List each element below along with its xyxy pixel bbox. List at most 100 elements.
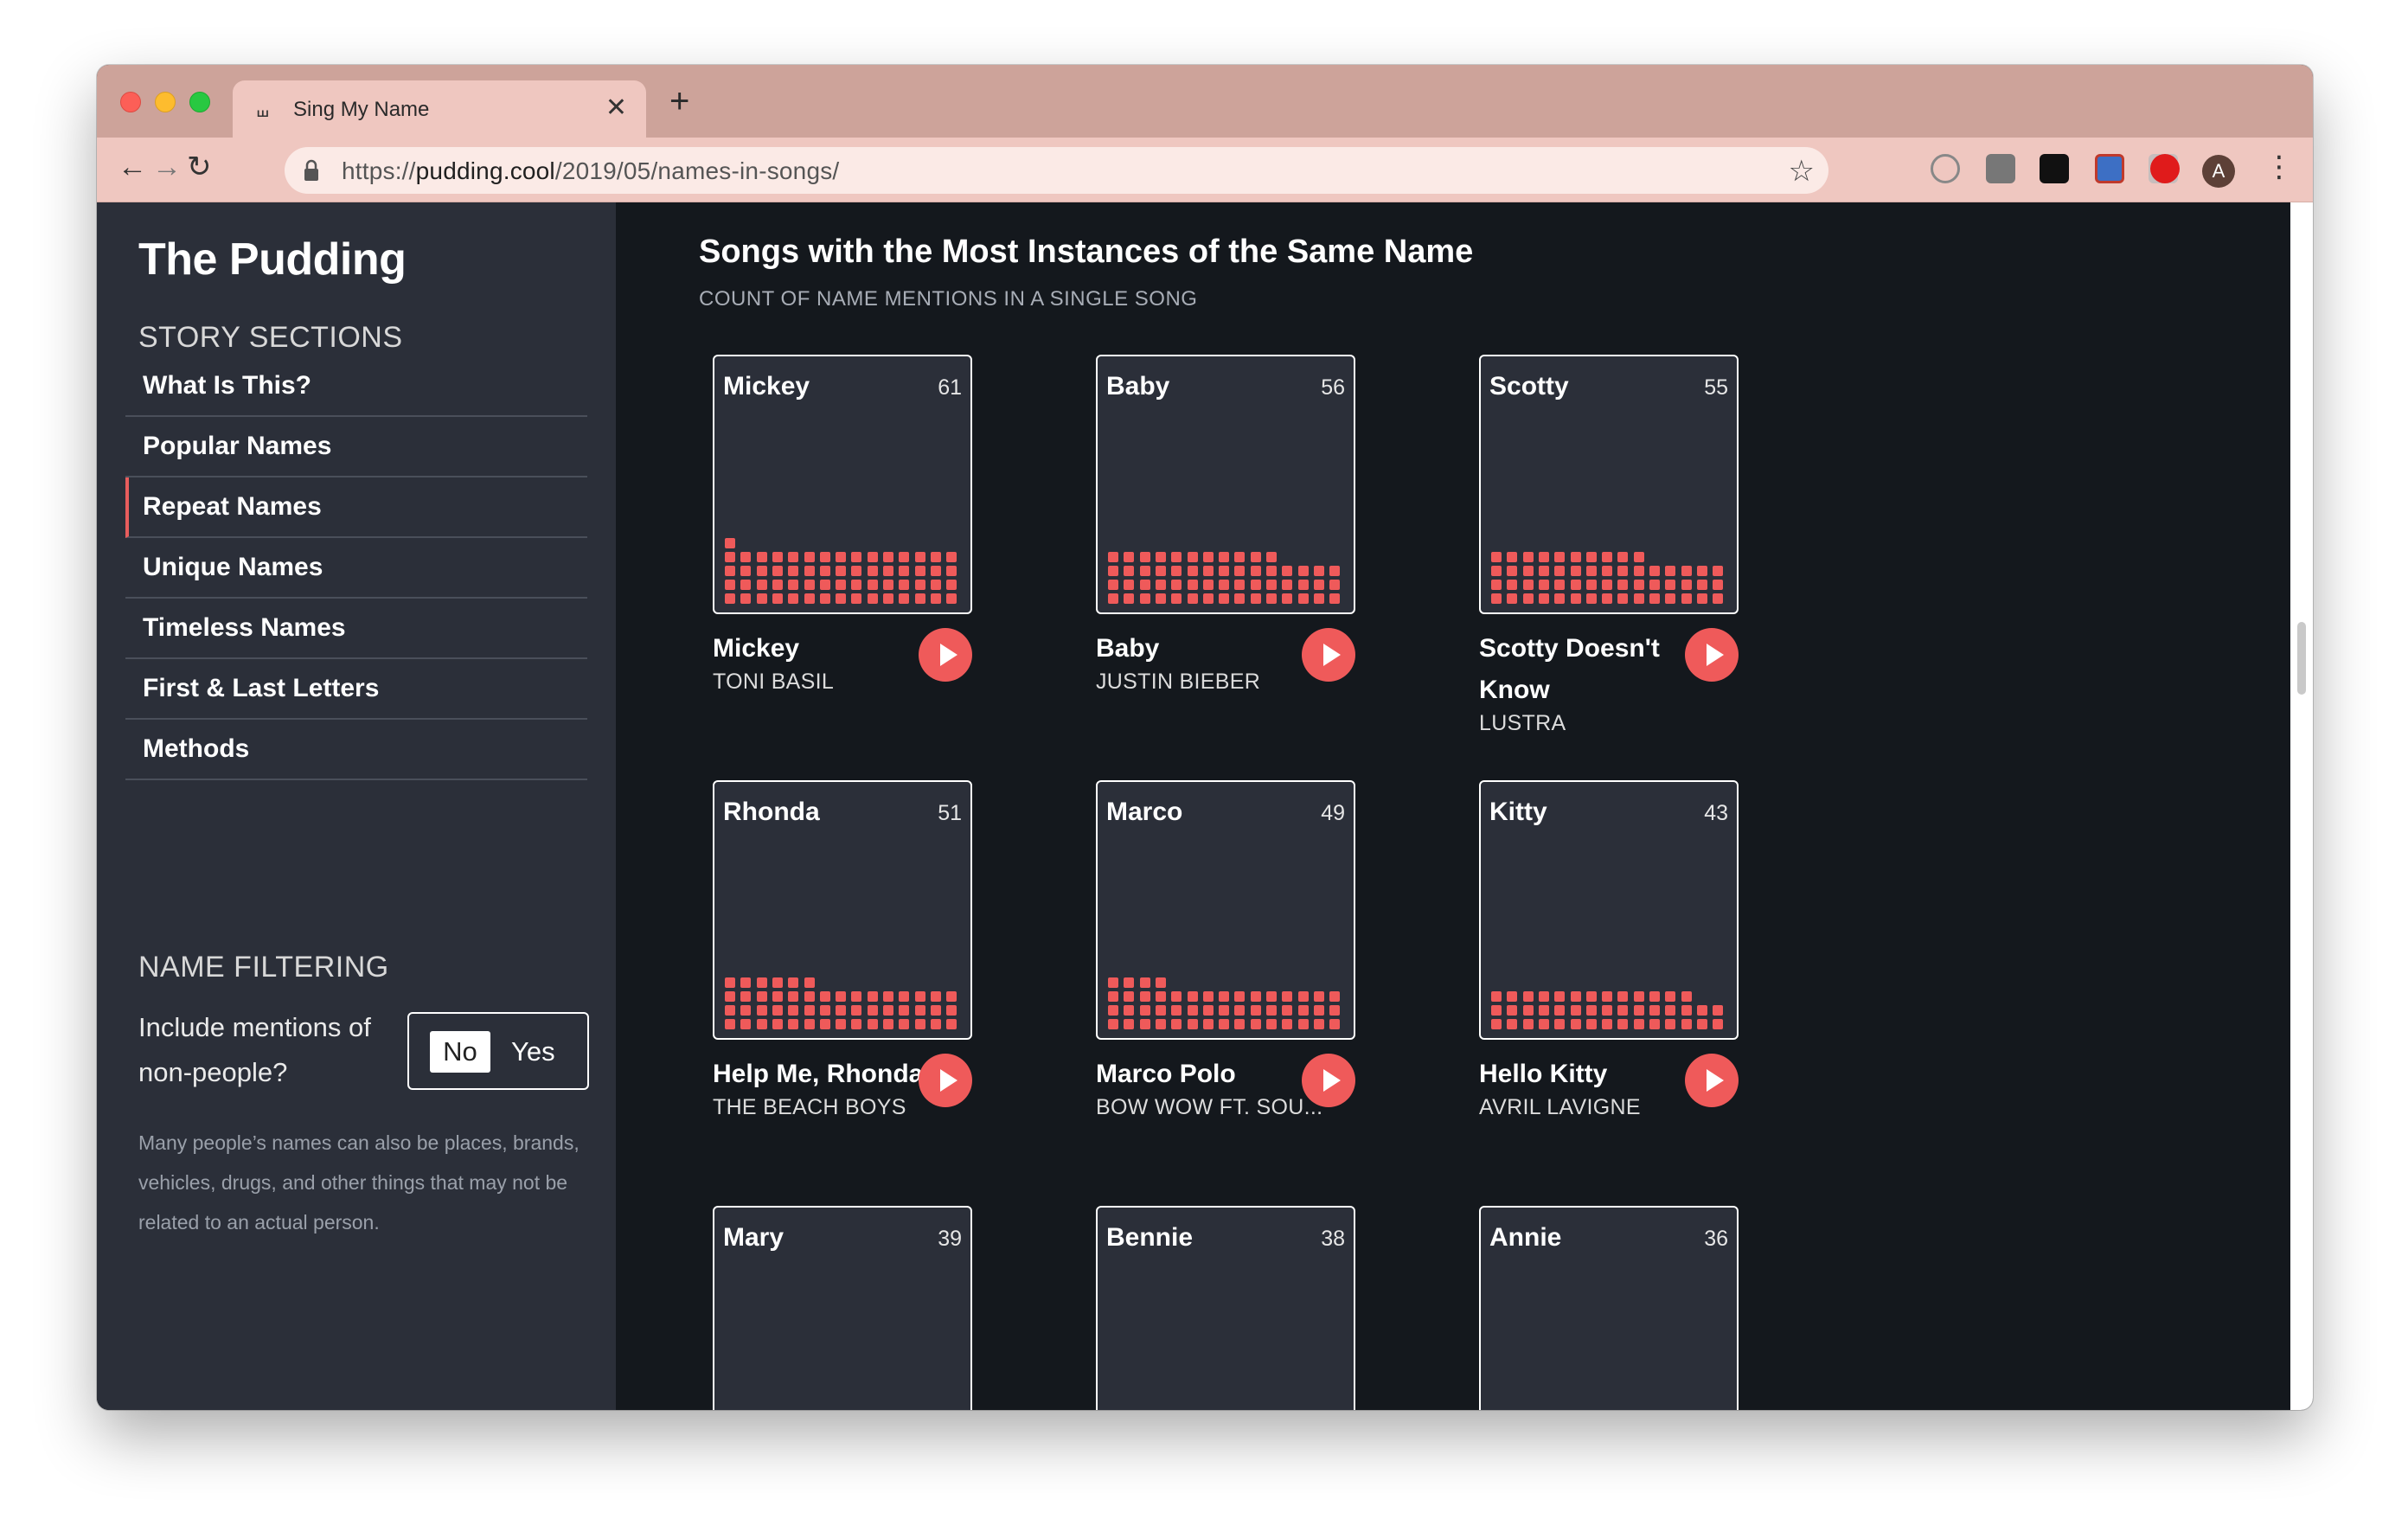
mention-square xyxy=(1649,1005,1660,1016)
maximize-window-button[interactable] xyxy=(189,92,210,112)
bookmark-star-icon[interactable]: ☆ xyxy=(1789,154,1815,189)
forward-arrow-icon[interactable]: → xyxy=(152,150,182,184)
toggle-no-option[interactable]: No xyxy=(430,1031,490,1073)
mention-square xyxy=(899,580,910,590)
sidebar-item-repeat-names[interactable]: Repeat Names xyxy=(125,477,587,538)
mention-square xyxy=(1234,580,1246,590)
mention-square xyxy=(867,580,878,590)
mention-square xyxy=(725,580,735,590)
mention-square xyxy=(867,593,878,604)
mention-square xyxy=(804,593,815,604)
mention-square xyxy=(1617,1019,1629,1029)
sidebar-item-timeless-names[interactable]: Timeless Names xyxy=(125,599,587,659)
mention-square xyxy=(1602,593,1613,604)
mention-square xyxy=(1696,1005,1707,1016)
mention-square xyxy=(946,580,957,590)
mention-square xyxy=(1329,1019,1341,1029)
mention-square xyxy=(1202,1019,1214,1029)
box-count: 43 xyxy=(1704,801,1728,825)
page-content: The Pudding STORY SECTIONS What Is This?… xyxy=(97,202,2290,1410)
mention-square xyxy=(1507,991,1518,1002)
sidebar-item-methods[interactable]: Methods xyxy=(125,720,587,780)
play-button[interactable] xyxy=(1302,628,1355,682)
mention-square xyxy=(1491,1005,1502,1016)
mention-square xyxy=(725,538,735,548)
reload-icon[interactable]: ↻ xyxy=(187,150,212,184)
sidebar-item-popular-names[interactable]: Popular Names xyxy=(125,417,587,477)
extension-password-icon[interactable] xyxy=(2040,154,2069,183)
mention-square xyxy=(788,552,799,562)
mention-square xyxy=(946,991,957,1002)
address-bar[interactable]: https://pudding.cool/2019/05/names-in-so… xyxy=(285,147,1828,194)
back-arrow-icon[interactable]: ← xyxy=(118,150,147,184)
profile-avatar[interactable]: A xyxy=(2202,155,2235,188)
non-people-toggle[interactable]: No Yes xyxy=(407,1012,589,1090)
menu-kebab-icon[interactable]: ⋮ xyxy=(2264,150,2294,184)
mention-square xyxy=(1522,580,1534,590)
minimize-window-button[interactable] xyxy=(155,92,176,112)
extension-adblock-icon[interactable] xyxy=(2150,154,2180,183)
mention-square xyxy=(1491,991,1502,1002)
play-button[interactable] xyxy=(919,1054,972,1107)
mention-square xyxy=(1219,1005,1230,1016)
new-tab-button[interactable]: + xyxy=(669,84,689,119)
mention-square xyxy=(1633,1019,1644,1029)
sidebar-item-what-is-this[interactable]: What Is This? xyxy=(125,356,587,417)
mention-square xyxy=(1713,580,1724,590)
scrollbar-thumb[interactable] xyxy=(2297,622,2306,695)
mention-square xyxy=(1202,566,1214,576)
toggle-yes-option[interactable]: Yes xyxy=(511,1031,555,1073)
extension-translate-icon[interactable] xyxy=(1931,154,1960,183)
mention-square xyxy=(1187,991,1198,1002)
box-count: 38 xyxy=(1321,1227,1345,1251)
mention-square xyxy=(1681,1005,1692,1016)
mention-square xyxy=(1187,552,1198,562)
mention-square xyxy=(1171,566,1182,576)
sidebar-item-unique-names[interactable]: Unique Names xyxy=(125,538,587,599)
mention-square xyxy=(899,1005,910,1016)
sidebar: The Pudding STORY SECTIONS What Is This?… xyxy=(97,202,616,1410)
mention-square xyxy=(1202,593,1214,604)
mention-square xyxy=(819,566,830,576)
mention-square xyxy=(1266,580,1277,590)
extension-edit-icon[interactable] xyxy=(1986,154,2015,183)
tab-sing-my-name[interactable]: ⧢ Sing My Name ✕ xyxy=(233,80,646,138)
mention-square xyxy=(1696,593,1707,604)
mention-square xyxy=(946,593,957,604)
brand-logo[interactable]: The Pudding xyxy=(138,234,407,285)
mention-square xyxy=(804,1019,815,1029)
mention-square xyxy=(1139,566,1150,576)
play-button[interactable] xyxy=(1685,1054,1739,1107)
close-window-button[interactable] xyxy=(120,92,141,112)
mention-square xyxy=(1108,552,1118,562)
mention-square xyxy=(1155,593,1166,604)
mention-square xyxy=(1250,580,1261,590)
box-count: 56 xyxy=(1321,375,1345,400)
mention-square xyxy=(725,977,735,988)
play-button[interactable] xyxy=(1302,1054,1355,1107)
mention-square xyxy=(836,566,847,576)
section-subtitle: COUNT OF NAME MENTIONS IN A SINGLE SONG xyxy=(699,287,1198,311)
scrollbar[interactable] xyxy=(2290,202,2313,1410)
song-title: Help Me, Rhonda xyxy=(713,1060,924,1088)
artist-name: TONI BASIL xyxy=(713,670,835,694)
story-sections-nav: What Is This? Popular Names Repeat Names… xyxy=(125,356,587,780)
mention-square xyxy=(1219,566,1230,576)
mention-square xyxy=(1313,991,1324,1002)
sidebar-item-first-last-letters[interactable]: First & Last Letters xyxy=(125,659,587,720)
box-name: Marco xyxy=(1106,798,1183,826)
mention-square xyxy=(1266,1005,1277,1016)
lock-icon xyxy=(304,159,318,181)
artist-name: JUSTIN BIEBER xyxy=(1096,670,1261,694)
mention-square xyxy=(1696,1019,1707,1029)
mention-square xyxy=(851,593,862,604)
name-count-box: Mary 39 xyxy=(713,1206,972,1410)
mention-square xyxy=(1617,593,1629,604)
tab-close-icon[interactable]: ✕ xyxy=(605,94,627,122)
mention-square xyxy=(1602,566,1613,576)
mention-square xyxy=(1219,580,1230,590)
play-button[interactable] xyxy=(919,628,972,682)
extension-reader-icon[interactable] xyxy=(2095,154,2124,183)
play-button[interactable] xyxy=(1685,628,1739,682)
mention-square xyxy=(1507,552,1518,562)
